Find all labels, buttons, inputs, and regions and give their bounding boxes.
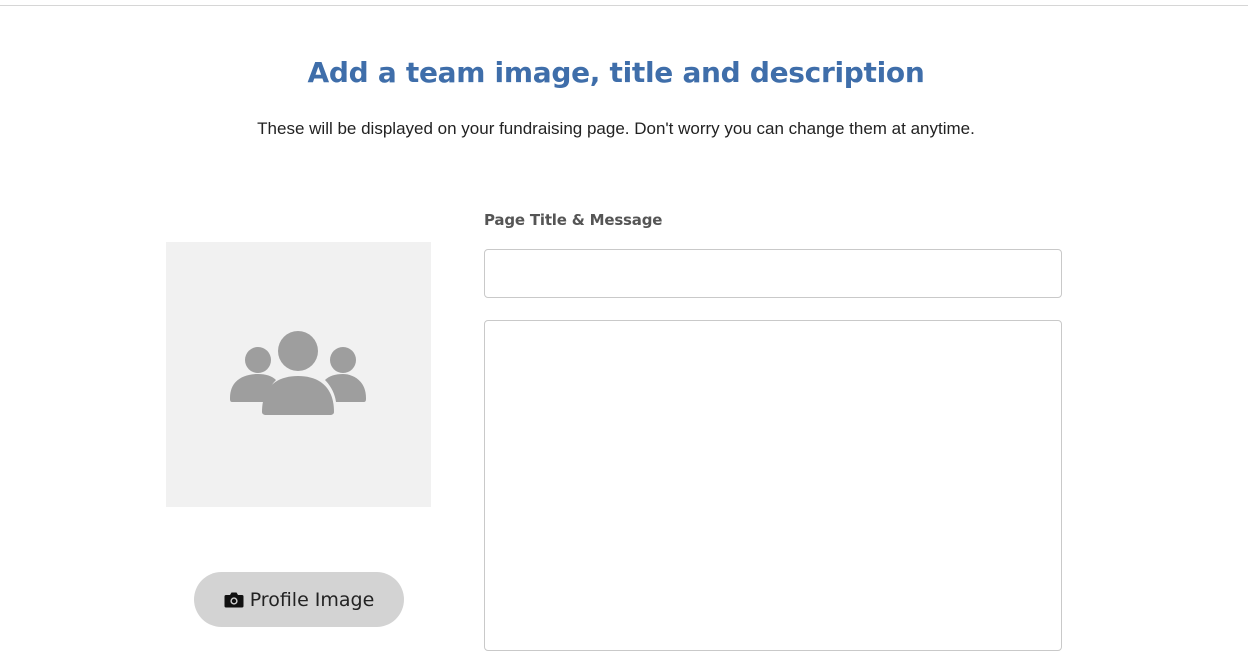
page-message-textarea[interactable] xyxy=(484,320,1062,651)
page-title-input[interactable] xyxy=(484,249,1062,298)
camera-icon xyxy=(224,592,244,608)
page-title-message-label: Page Title & Message xyxy=(484,211,663,229)
profile-image-button[interactable]: Profile Image xyxy=(194,572,404,627)
profile-image-button-label: Profile Image xyxy=(249,588,375,611)
page-subtitle: These will be displayed on your fundrais… xyxy=(257,119,975,138)
team-icon xyxy=(230,331,366,415)
page-title: Add a team image, title and description xyxy=(307,56,925,89)
top-divider xyxy=(0,5,1248,6)
